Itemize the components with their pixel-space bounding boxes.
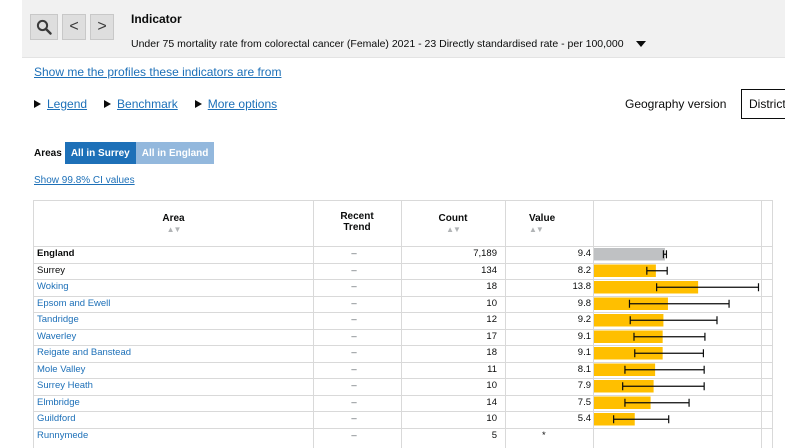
caret-down-icon xyxy=(635,41,646,47)
data-table: Area ▲▼ Recent Trend Count ▲▼ Value ▲▼ E… xyxy=(33,200,773,448)
back-button[interactable]: < xyxy=(62,14,86,40)
more-options-link[interactable]: More options xyxy=(208,97,277,111)
all-in-england-button[interactable]: All in England xyxy=(135,142,215,164)
chevron-right-icon: > xyxy=(97,18,107,35)
indicator-dropdown[interactable]: Under 75 mortality rate from colorectal … xyxy=(131,38,646,50)
indicator-selected: Under 75 mortality rate from colorectal … xyxy=(131,38,624,50)
value-bar xyxy=(594,248,665,261)
all-in-surrey-button[interactable]: All in Surrey xyxy=(64,142,136,164)
indicator-toolbar: < > Indicator Under 75 mortality rate fr… xyxy=(22,0,785,58)
ci-values-link[interactable]: Show 99.8% CI values xyxy=(34,175,135,186)
areas-label: Areas xyxy=(34,147,62,159)
triangle-right-icon xyxy=(34,100,41,108)
legend-toggle[interactable]: Legend xyxy=(34,97,87,111)
benchmark-toggle[interactable]: Benchmark xyxy=(104,97,178,111)
triangle-right-icon xyxy=(104,100,112,108)
search-icon xyxy=(36,19,52,35)
areas-selector: Areas All in Surrey All in England xyxy=(34,142,215,164)
search-button[interactable] xyxy=(30,14,58,40)
triangle-right-icon xyxy=(194,100,202,108)
geography-select[interactable]: District xyxy=(741,89,785,119)
benchmark-link[interactable]: Benchmark xyxy=(117,97,178,111)
profiles-link[interactable]: Show me the profiles these indicators ar… xyxy=(34,65,281,79)
indicator-title: Indicator xyxy=(131,12,182,26)
chevron-left-icon: < xyxy=(69,18,79,35)
legend-link[interactable]: Legend xyxy=(47,97,87,111)
geography-label: Geography version xyxy=(625,97,727,111)
value-bar-chart xyxy=(594,248,760,426)
forward-button[interactable]: > xyxy=(90,14,114,40)
options-bar: Legend Benchmark More options xyxy=(34,97,277,111)
more-options-toggle[interactable]: More options xyxy=(194,97,277,111)
